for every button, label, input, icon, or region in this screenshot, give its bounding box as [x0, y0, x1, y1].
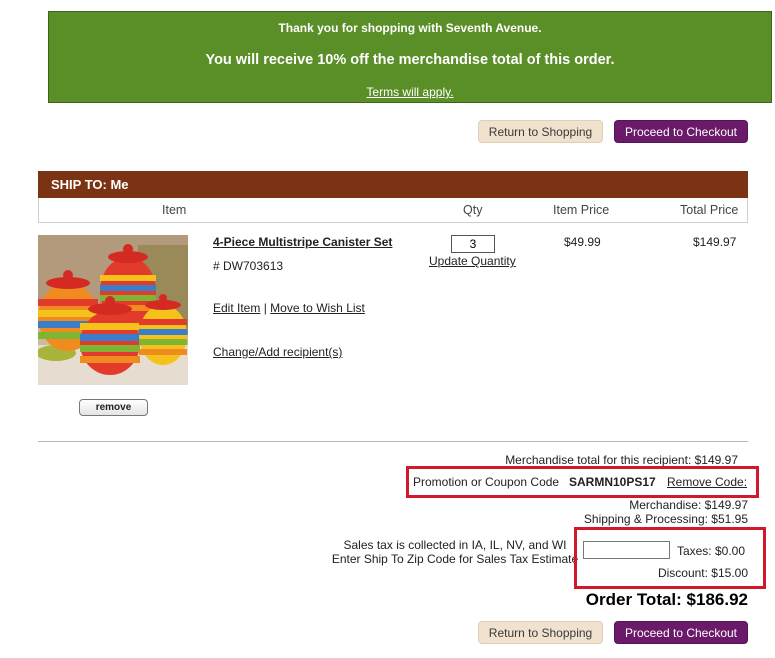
product-sku: # DW703613 — [213, 259, 284, 273]
canister-set-image[interactable] — [38, 235, 188, 385]
promo-code-value: SARMN10PS17 — [569, 475, 656, 489]
discount-value: Discount: $15.00 — [657, 566, 748, 580]
product-name-link[interactable]: 4-Piece Multistripe Canister Set — [213, 235, 392, 249]
promo-code-label: Promotion or Coupon Code — [413, 475, 560, 489]
item-price-value: $49.99 — [564, 235, 601, 249]
section-divider — [38, 441, 748, 442]
promo-code-highlight: Promotion or Coupon Code SARMN10PS17 Rem… — [406, 466, 759, 498]
sales-tax-note: Sales tax is collected in IA, IL, NV, an… — [330, 538, 580, 566]
recipient-merchandise-total: Merchandise total for this recipient: $1… — [505, 453, 738, 467]
cart-table-header: Item Qty Item Price Total Price — [38, 198, 748, 223]
action-separator: | — [263, 301, 267, 315]
item-actions: Edit Item | Move to Wish List — [213, 301, 365, 315]
return-to-shopping-button-bottom[interactable]: Return to Shopping — [478, 621, 603, 644]
proceed-to-checkout-button-top[interactable]: Proceed to Checkout — [614, 120, 748, 143]
item-total-price-value: $149.97 — [693, 235, 737, 249]
remove-item-button[interactable]: remove — [79, 399, 148, 416]
zip-code-input[interactable] — [583, 541, 670, 559]
canister-set-illustration — [38, 235, 188, 385]
quantity-input[interactable] — [451, 235, 495, 253]
proceed-to-checkout-button-bottom[interactable]: Proceed to Checkout — [614, 621, 748, 644]
header-item: Item — [162, 203, 187, 217]
banner-thanks-text: Thank you for shopping with Seventh Aven… — [278, 21, 542, 35]
change-recipient-link[interactable]: Change/Add recipient(s) — [213, 345, 342, 359]
header-item-price: Item Price — [553, 203, 610, 217]
promo-banner: Thank you for shopping with Seventh Aven… — [48, 11, 772, 103]
merchandise-subtotal: Merchandise: $149.97 — [629, 498, 748, 512]
update-quantity-link[interactable]: Update Quantity — [429, 254, 516, 268]
terms-link[interactable]: Terms will apply. — [49, 85, 771, 99]
header-total-price: Total Price — [680, 203, 739, 217]
shipping-processing: Shipping & Processing: $51.95 — [583, 512, 748, 526]
remove-code-link[interactable]: Remove Code: — [667, 475, 747, 489]
sales-tax-line-1: Sales tax is collected in IA, IL, NV, an… — [343, 538, 567, 552]
order-total: Order Total: $186.92 — [585, 590, 748, 609]
return-to-shopping-button-top[interactable]: Return to Shopping — [478, 120, 603, 143]
taxes-value: Taxes: $0.00 — [676, 544, 745, 558]
edit-item-link[interactable]: Edit Item — [213, 301, 260, 315]
banner-discount-text: You will receive 10% off the merchandise… — [205, 52, 615, 68]
header-qty: Qty — [463, 203, 483, 217]
move-to-wishlist-link[interactable]: Move to Wish List — [270, 301, 365, 315]
ship-to-heading: SHIP TO: Me — [38, 171, 748, 198]
sales-tax-line-2: Enter Ship To Zip Code for Sales Tax Est… — [331, 552, 579, 566]
